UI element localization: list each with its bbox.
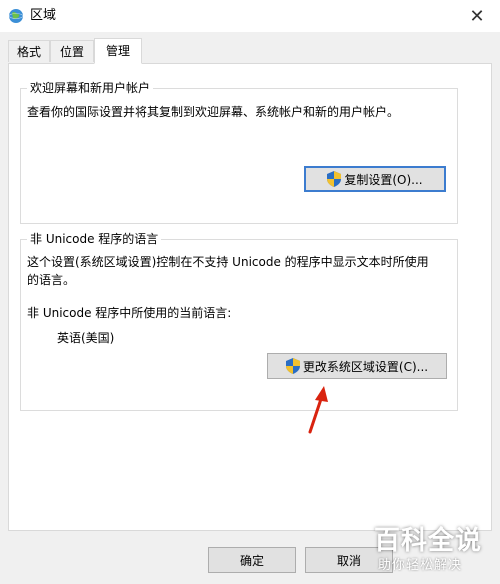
change-system-locale-label: 更改系统区域设置(C)... — [302, 359, 429, 374]
copy-settings-label: 复制设置(O)... — [344, 172, 423, 187]
uac-shield-icon — [285, 358, 300, 374]
current-language-value: 英语(美国) — [57, 331, 115, 345]
tab-panel-administrative: 欢迎屏幕和新用户帐户 查看你的国际设置并将其复制到欢迎屏幕、系统帐户和新的用户帐… — [8, 63, 492, 531]
tab-location[interactable]: 位置 — [50, 40, 94, 62]
ok-label: 确定 — [239, 553, 264, 568]
red-arrow-icon — [308, 386, 328, 434]
tab-format[interactable]: 格式 — [8, 40, 50, 62]
close-icon: ✕ — [469, 5, 485, 27]
globe-icon — [8, 9, 24, 23]
uac-shield-icon — [327, 171, 342, 187]
tab-administrative[interactable]: 管理 — [94, 38, 142, 64]
watermark-main-text: 百科全说 — [374, 526, 483, 556]
welcome-group-description: 查看你的国际设置并将其复制到欢迎屏幕、系统帐户和新的用户帐户。 — [27, 105, 400, 119]
tab-strip: 格式 位置 管理 — [8, 38, 492, 64]
non-unicode-language-group: 非 Unicode 程序的语言 这个设置(系统区域设置)控制在不支持 Unico… — [20, 231, 458, 411]
welcome-screen-group: 欢迎屏幕和新用户帐户 查看你的国际设置并将其复制到欢迎屏幕、系统帐户和新的用户帐… — [20, 80, 458, 224]
title-bar: 区域 ✕ — [0, 0, 500, 32]
copy-settings-button[interactable]: 复制设置(O)... — [304, 166, 446, 192]
non-unicode-description-line1: 这个设置(系统区域设置)控制在不支持 Unicode 的程序中显示文本时所使用 — [27, 255, 429, 269]
current-language-label: 非 Unicode 程序中所使用的当前语言: — [27, 306, 232, 320]
cancel-label: 取消 — [336, 553, 361, 568]
window-title: 区域 — [30, 8, 57, 23]
non-unicode-description-line2: 的语言。 — [27, 273, 76, 287]
watermark: 百科全说 助你轻松解决 — [374, 526, 486, 576]
ok-button[interactable]: 确定 — [208, 547, 296, 573]
welcome-group-title: 欢迎屏幕和新用户帐户 — [27, 80, 154, 96]
change-system-locale-button[interactable]: 更改系统区域设置(C)... — [267, 353, 447, 379]
watermark-sub-text: 助你轻松解决 — [378, 558, 463, 573]
close-button[interactable]: ✕ — [454, 0, 500, 32]
non-unicode-group-title: 非 Unicode 程序的语言 — [27, 231, 162, 247]
